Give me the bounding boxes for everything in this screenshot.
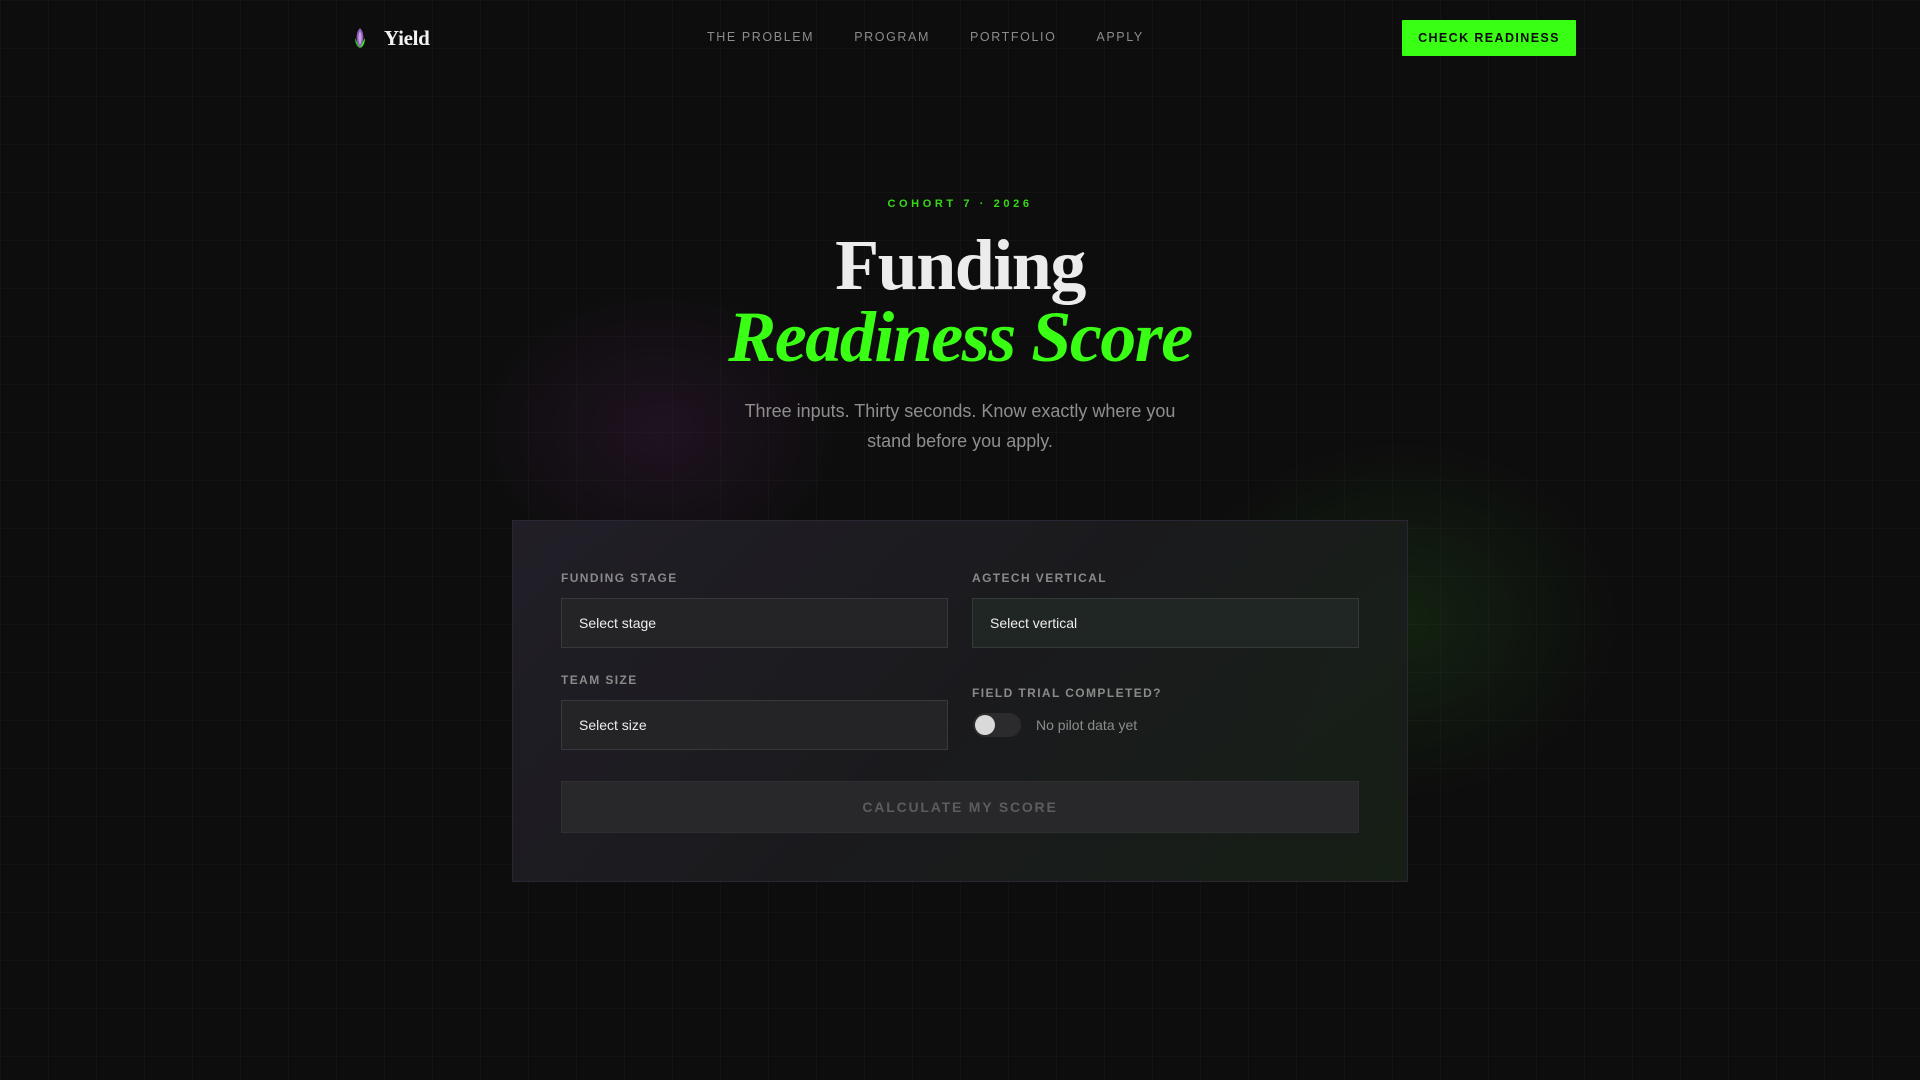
agtech-vertical-select[interactable]: Select vertical: [972, 598, 1359, 648]
field-trial-status-text: No pilot data yet: [1036, 717, 1138, 733]
brand-name: Yield: [384, 25, 430, 50]
nav-link-portfolio[interactable]: PORTFOLIO: [970, 30, 1056, 44]
check-readiness-button[interactable]: CHECK READINESS: [1402, 20, 1576, 56]
top-nav: Yield THE PROBLEM PROGRAM PORTFOLIO APPL…: [0, 0, 1920, 76]
nav-link-apply[interactable]: APPLY: [1096, 30, 1143, 44]
corn-icon: [355, 28, 365, 48]
team-size-select[interactable]: Select size: [561, 700, 948, 750]
cohort-eyebrow: COHORT 7 · 2026: [887, 198, 1033, 210]
brand-logo[interactable]: Yield: [350, 24, 430, 52]
toggle-knob: [975, 715, 995, 735]
nav-links: THE PROBLEM PROGRAM PORTFOLIO APPLY: [707, 30, 1144, 44]
funding-stage-label: FUNDING STAGE: [561, 571, 678, 585]
nav-link-the-problem[interactable]: THE PROBLEM: [707, 30, 814, 44]
readiness-form: FUNDING STAGE Select stage AGTECH VERTIC…: [512, 520, 1408, 882]
team-size-label: TEAM SIZE: [561, 673, 638, 687]
page-title-line-1: Funding: [835, 225, 1086, 305]
agtech-vertical-label: AGTECH VERTICAL: [972, 571, 1107, 585]
page-title-line-2: Readiness Score: [728, 297, 1193, 377]
funding-stage-select[interactable]: Select stage: [561, 598, 948, 648]
field-trial-toggle[interactable]: [973, 713, 1021, 737]
hero-subtitle: Three inputs. Thirty seconds. Know exact…: [744, 401, 1176, 451]
nav-link-program[interactable]: PROGRAM: [854, 30, 930, 44]
field-trial-label: FIELD TRIAL COMPLETED?: [972, 686, 1162, 700]
calculate-score-button[interactable]: CALCULATE MY SCORE: [561, 781, 1359, 833]
